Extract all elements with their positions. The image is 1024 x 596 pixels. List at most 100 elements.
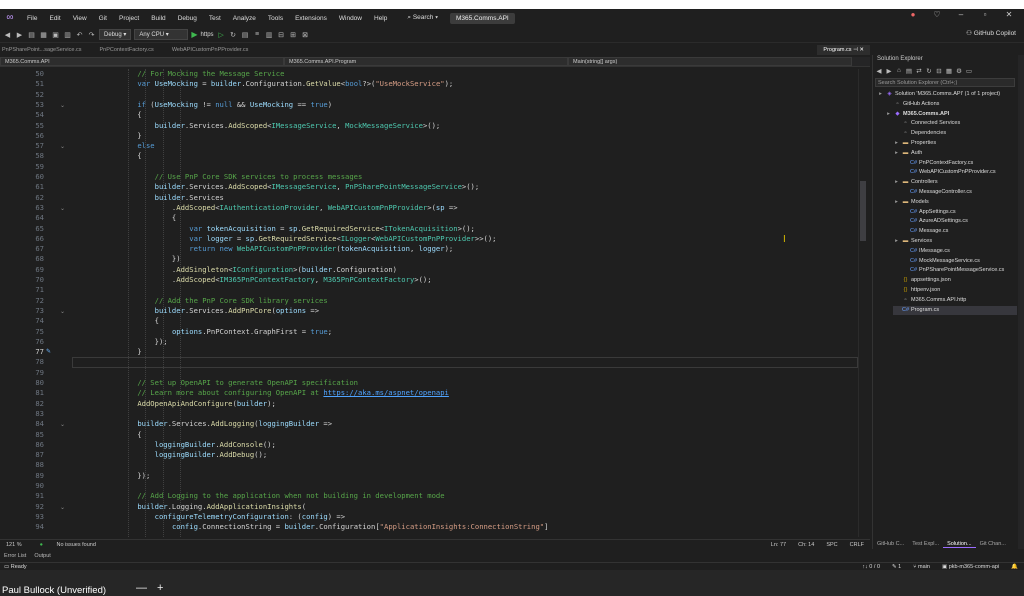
code-area[interactable]: // For Mocking the Message Service var U…: [76, 69, 858, 537]
code-line[interactable]: config.ConnectionString = builder.Config…: [120, 522, 549, 532]
tree-item[interactable]: C# Message.cs: [901, 227, 1017, 237]
code-line[interactable]: builder.Services.AddScoped<IMessageServi…: [120, 182, 480, 192]
code-line[interactable]: .AddSingleton<IConfiguration>(builder.Co…: [120, 265, 397, 275]
code-line[interactable]: });: [120, 471, 150, 481]
back-icon[interactable]: ◀: [875, 67, 883, 75]
expand-chevron-icon[interactable]: ▸: [877, 90, 884, 100]
code-line[interactable]: options.PnPContext.GraphFirst = true;: [120, 327, 332, 337]
zoom-level[interactable]: 121 %: [0, 542, 28, 548]
solution-search-input[interactable]: Search Solution Explorer (Ctrl+;): [875, 78, 1015, 87]
menu-help[interactable]: Help: [368, 15, 393, 22]
code-line[interactable]: builder.Services.AddLogging(loggingBuild…: [120, 419, 332, 429]
platform-dropdown[interactable]: Any CPU ▾: [134, 29, 189, 40]
fold-chevron-icon[interactable]: ⌄: [60, 308, 65, 315]
bookmark-icon[interactable]: ⊟: [277, 31, 286, 39]
tree-item[interactable]: ▫ Dependencies: [893, 129, 1017, 139]
forward-icon[interactable]: ▶: [15, 31, 24, 39]
tab-solution-explorer[interactable]: Solution...: [943, 541, 976, 548]
code-line[interactable]: loggingBuilder.AddConsole();: [120, 440, 276, 450]
code-line[interactable]: configureTelemetryConfiguration: (config…: [120, 512, 345, 522]
sync-icon[interactable]: ⇄: [915, 67, 923, 75]
expand-chevron-icon[interactable]: ▸: [893, 178, 900, 188]
tab-github-copilot[interactable]: GitHub C...: [873, 541, 908, 547]
code-line[interactable]: {: [120, 110, 141, 120]
code-line[interactable]: .AddScoped<IM365PnPContextFactory, M365P…: [120, 275, 432, 285]
minus-icon[interactable]: —: [136, 582, 147, 594]
pending-edits[interactable]: ✎ 1: [892, 564, 901, 570]
menu-view[interactable]: View: [67, 15, 93, 22]
branch-indicator[interactable]: ⑂ main: [913, 564, 930, 570]
expand-chevron-icon[interactable]: ▸: [885, 110, 892, 120]
preview-icon[interactable]: ▭: [965, 67, 973, 75]
menu-window[interactable]: Window: [333, 15, 368, 22]
tree-item[interactable]: C# AppSettings.cs: [901, 208, 1017, 218]
tab-output[interactable]: Output: [30, 553, 55, 559]
tree-item[interactable]: C# PnPSharePointMessageService.cs: [901, 266, 1017, 276]
code-line[interactable]: var logger = sp.GetRequiredService<ILogg…: [120, 234, 496, 244]
tree-item[interactable]: C# PnPContextFactory.cs: [901, 159, 1017, 169]
visual-studio-logo-icon[interactable]: ∞: [2, 12, 18, 24]
tree-item[interactable]: C# Program.cs: [893, 305, 1017, 316]
github-copilot-button[interactable]: ⚇ GitHub Copilot: [966, 29, 1016, 37]
menu-debug[interactable]: Debug: [172, 15, 203, 22]
tree-item[interactable]: C# MockMessageService.cs: [901, 257, 1017, 267]
bookmark-prev-icon[interactable]: ⊞: [289, 31, 298, 39]
bookmark-next-icon[interactable]: ⊠: [301, 31, 310, 39]
menu-git[interactable]: Git: [93, 15, 113, 22]
code-line[interactable]: if (UseMocking != null && UseMocking == …: [120, 100, 332, 110]
menu-file[interactable]: File: [21, 15, 43, 22]
code-line[interactable]: // Use PnP Core SDK services to process …: [120, 172, 363, 182]
fold-chevron-icon[interactable]: ⌄: [60, 421, 65, 428]
code-line[interactable]: AddOpenApiAndConfigure(builder);: [120, 399, 275, 409]
properties-icon[interactable]: ⚙: [955, 67, 963, 75]
tree-item[interactable]: C# MessageController.cs: [901, 188, 1017, 198]
account-icon[interactable]: ●: [902, 10, 924, 19]
save-icon[interactable]: ▣: [51, 31, 60, 39]
tree-item[interactable]: ▸ ▬ Auth: [893, 149, 1017, 159]
tree-item[interactable]: ▸ ▬ Controllers: [893, 178, 1017, 188]
tree-item[interactable]: {} httpenv.json: [893, 286, 1017, 296]
open-icon[interactable]: ▦: [39, 31, 48, 39]
forward-icon[interactable]: ▶: [885, 67, 893, 75]
tab-webapicustompnpprovider[interactable]: WebAPICustomPnPProvider.cs: [170, 47, 265, 53]
code-line[interactable]: return new WebAPICustomPnPProvider(token…: [120, 244, 453, 254]
code-line[interactable]: // Learn more about configuring OpenAPI …: [120, 388, 449, 398]
tab-program[interactable]: Program.cs ⊣ ✕: [817, 45, 870, 55]
close-button[interactable]: ✕: [998, 10, 1020, 19]
refresh-icon[interactable]: ↻: [925, 67, 933, 75]
code-line[interactable]: // Add Logging to the application when n…: [120, 491, 444, 501]
scrollbar-thumb[interactable]: [860, 181, 866, 241]
pin-icon[interactable]: ⊣: [853, 47, 858, 53]
code-line[interactable]: // For Mocking the Message Service: [120, 69, 284, 79]
line-indicator[interactable]: Ln: 77: [765, 542, 792, 548]
back-icon[interactable]: ◀: [3, 31, 12, 39]
code-line[interactable]: var tokenAcquisition = sp.GetRequiredSer…: [120, 224, 475, 234]
tree-item[interactable]: ▸ ◈ Solution 'M365.Comms.API' (1 of 1 proj…: [877, 90, 1017, 100]
repo-indicator[interactable]: ▣ pkb-m365-comm-api: [942, 564, 999, 570]
show-all-files-icon[interactable]: ▦: [945, 67, 953, 75]
code-line[interactable]: builder.Services.AddPnPCore(options =>: [120, 306, 319, 316]
tree-item[interactable]: ▸ ▬ Services: [893, 237, 1017, 247]
tree-item[interactable]: C# IMessage.cs: [901, 247, 1017, 257]
code-line[interactable]: builder.Services.AddScoped<IMessageServi…: [120, 121, 441, 131]
tab-git-changes[interactable]: Git Chan...: [976, 541, 1010, 547]
code-line[interactable]: else: [120, 141, 154, 151]
code-line[interactable]: }: [120, 347, 141, 357]
home-icon[interactable]: ⌂: [895, 67, 903, 74]
menu-test[interactable]: Test: [203, 15, 227, 22]
code-line[interactable]: {: [120, 213, 176, 223]
start-debug-icon[interactable]: ▶: [191, 30, 197, 39]
code-line[interactable]: builder.Logging.AddApplicationInsights(: [120, 502, 306, 512]
fold-chevron-icon[interactable]: ⌄: [60, 205, 65, 212]
expand-chevron-icon[interactable]: ▸: [893, 237, 900, 247]
code-line[interactable]: {: [120, 316, 159, 326]
run-target[interactable]: https: [201, 32, 214, 38]
line-ending-indicator[interactable]: CRLF: [844, 542, 870, 548]
layout-icon[interactable]: ▤: [241, 31, 250, 39]
tab-pnpcontextfactory[interactable]: PnPContextFactory.cs: [98, 47, 170, 53]
tab-error-list[interactable]: Error List: [0, 553, 30, 559]
code-line[interactable]: // Set up OpenAPI to generate OpenAPI sp…: [120, 378, 358, 388]
nav-project-dropdown[interactable]: M365.Comms.API: [0, 57, 284, 66]
side-tool-strip[interactable]: [1018, 55, 1024, 549]
format-icon[interactable]: ≡: [253, 31, 262, 38]
